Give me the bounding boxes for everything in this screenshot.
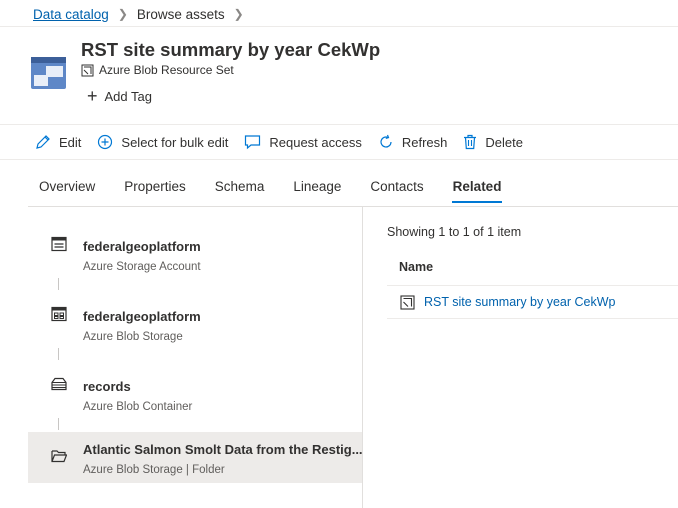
- tab-overview[interactable]: Overview: [39, 179, 95, 202]
- hierarchy-item-name: federalgeoplatform: [83, 239, 201, 254]
- resource-set-icon: [400, 294, 415, 310]
- tab-related[interactable]: Related: [451, 179, 503, 203]
- results-count: Showing 1 to 1 of 1 item: [387, 225, 522, 239]
- chevron-right-icon: ❯: [233, 7, 244, 21]
- hierarchy-item-container[interactable]: records Azure Blob Container: [28, 354, 362, 413]
- commandbar-top-divider: [0, 124, 678, 125]
- column-header-name[interactable]: Name: [399, 260, 433, 274]
- commandbar-bottom-divider: [0, 159, 678, 160]
- delete-label: Delete: [485, 134, 523, 150]
- container-icon: [51, 377, 67, 391]
- refresh-icon: [380, 134, 392, 148]
- command-bar: Edit Select for bulk edit Request access…: [35, 131, 539, 153]
- tab-properties[interactable]: Properties: [124, 179, 186, 202]
- tab-contacts[interactable]: Contacts: [370, 179, 423, 202]
- hierarchy-panel: federalgeoplatform Azure Storage Account…: [28, 207, 363, 508]
- request-access-button[interactable]: Request access: [244, 134, 362, 150]
- comment-icon: [245, 135, 261, 150]
- breadcrumb-divider: [0, 26, 678, 27]
- refresh-label: Refresh: [401, 134, 448, 150]
- resource-set-icon: [31, 57, 66, 89]
- resource-set-icon: [81, 64, 94, 76]
- request-access-label: Request access: [269, 134, 362, 150]
- hierarchy-item-type: Azure Blob Storage | Folder: [83, 464, 225, 476]
- hierarchy-item-type: Azure Blob Storage: [83, 331, 183, 343]
- hierarchy-item-type: Azure Storage Account: [83, 261, 201, 273]
- page-title: RST site summary by year CekWp: [81, 39, 381, 60]
- edit-label: Edit: [59, 134, 82, 150]
- add-tag-button[interactable]: + Add Tag: [87, 86, 152, 106]
- bulk-edit-label: Select for bulk edit: [121, 134, 229, 150]
- add-tag-label: Add Tag: [104, 88, 152, 104]
- hierarchy-item-name: federalgeoplatform: [83, 309, 201, 324]
- tab-schema[interactable]: Schema: [215, 179, 265, 202]
- row-divider: [387, 318, 678, 319]
- pencil-icon: [36, 135, 50, 149]
- blob-storage-icon: [51, 306, 67, 322]
- bulk-edit-button[interactable]: Select for bulk edit: [97, 134, 228, 150]
- hierarchy-item-blob-storage[interactable]: federalgeoplatform Azure Blob Storage: [28, 284, 362, 343]
- edit-button[interactable]: Edit: [35, 134, 81, 150]
- related-item-link[interactable]: RST site summary by year CekWp: [424, 295, 615, 309]
- table-row[interactable]: RST site summary by year CekWp: [387, 286, 678, 318]
- folder-icon: [51, 450, 67, 463]
- breadcrumb: Data catalog ❯ Browse assets ❯: [33, 5, 253, 23]
- hierarchy-item-folder[interactable]: Atlantic Salmon Smolt Data from the Rest…: [28, 432, 363, 483]
- hierarchy-item-storage-account[interactable]: federalgeoplatform Azure Storage Account: [28, 214, 362, 273]
- refresh-button[interactable]: Refresh: [378, 134, 448, 150]
- add-circle-icon: [98, 134, 113, 150]
- hierarchy-item-name: records: [83, 379, 131, 394]
- breadcrumb-data-catalog[interactable]: Data catalog: [33, 7, 109, 22]
- hierarchy-item-name: Atlantic Salmon Smolt Data from the Rest…: [83, 442, 363, 457]
- trash-icon: [464, 134, 477, 150]
- chevron-right-icon: ❯: [117, 7, 128, 21]
- asset-type: Azure Blob Resource Set: [81, 63, 234, 77]
- delete-button[interactable]: Delete: [463, 134, 523, 150]
- asset-type-label: Azure Blob Resource Set: [99, 63, 234, 77]
- plus-icon: +: [87, 86, 98, 106]
- hierarchy-connector: [58, 418, 59, 430]
- tab-lineage[interactable]: Lineage: [293, 179, 341, 202]
- storage-account-icon: [51, 236, 67, 252]
- breadcrumb-browse-assets[interactable]: Browse assets: [137, 7, 225, 22]
- tab-bar: Overview Properties Schema Lineage Conta…: [39, 179, 530, 203]
- hierarchy-item-type: Azure Blob Container: [83, 401, 193, 413]
